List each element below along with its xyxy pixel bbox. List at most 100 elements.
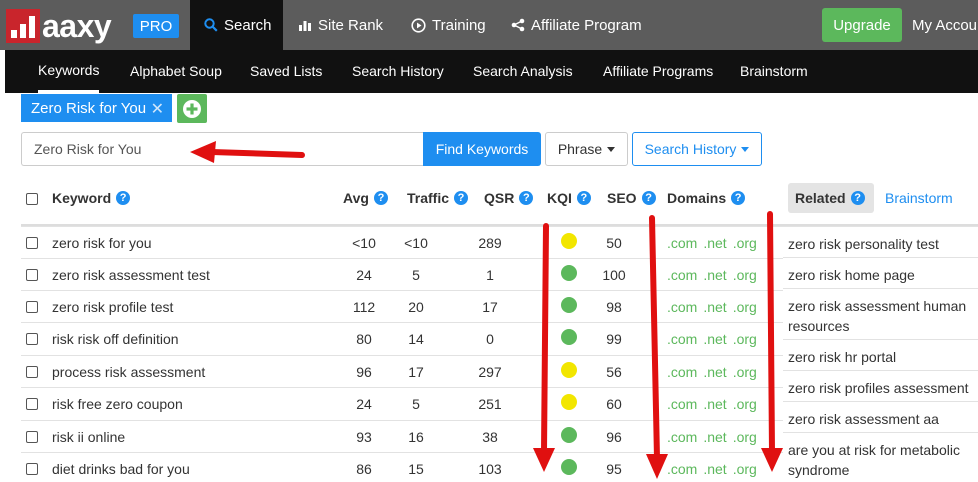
- qsr-cell: 0: [486, 331, 494, 347]
- my-account-link[interactable]: My Account: [912, 17, 978, 34]
- row-checkbox[interactable]: [26, 301, 38, 313]
- upgrade-button[interactable]: Upgrade: [822, 8, 902, 42]
- row-checkbox[interactable]: [26, 398, 38, 410]
- domain-link[interactable]: .net: [703, 461, 726, 477]
- play-circle-icon: [411, 17, 426, 33]
- traffic-cell: 17: [408, 364, 424, 380]
- domain-link[interactable]: .org: [733, 396, 757, 412]
- help-icon[interactable]: ?: [576, 191, 591, 205]
- close-icon[interactable]: ✕: [151, 99, 164, 119]
- caret-down-icon: [607, 146, 616, 152]
- domain-link[interactable]: .org: [733, 299, 757, 315]
- domain-link[interactable]: .org: [733, 461, 757, 477]
- table-row[interactable]: zero risk for you <10 <10 289 50 .com .net .org: [21, 226, 783, 258]
- col-seo-header[interactable]: SEO?: [607, 190, 656, 206]
- domain-link[interactable]: .net: [703, 235, 726, 251]
- related-keyword-item[interactable]: zero risk profiles assessment: [783, 370, 978, 401]
- phrase-dropdown[interactable]: Phrase: [545, 132, 628, 166]
- related-keyword-item[interactable]: zero risk hr portal: [783, 339, 978, 370]
- domain-link[interactable]: .org: [733, 235, 757, 251]
- domain-link[interactable]: .org: [733, 364, 757, 380]
- row-checkbox[interactable]: [26, 366, 38, 378]
- subnav-saved-lists[interactable]: Saved Lists: [250, 50, 322, 91]
- help-icon[interactable]: ?: [373, 191, 388, 205]
- topnav-affiliate-program[interactable]: Affiliate Program: [511, 0, 642, 50]
- subnav-search-analysis[interactable]: Search Analysis: [473, 50, 573, 91]
- help-icon[interactable]: ?: [519, 191, 534, 205]
- domain-link[interactable]: .com: [667, 331, 697, 347]
- related-keyword-item[interactable]: zero risk home page: [783, 257, 978, 288]
- domain-link[interactable]: .com: [667, 364, 697, 380]
- row-checkbox[interactable]: [26, 333, 38, 345]
- col-keyword-header[interactable]: Keyword?: [52, 190, 131, 206]
- keyword-cell[interactable]: zero risk assessment test: [52, 259, 210, 291]
- table-row[interactable]: diet drinks bad for you 86 15 103 95 .com .net…: [21, 452, 783, 482]
- keyword-cell[interactable]: risk ii online: [52, 421, 125, 453]
- row-checkbox[interactable]: [26, 269, 38, 281]
- domain-link[interactable]: .net: [703, 396, 726, 412]
- row-checkbox[interactable]: [26, 463, 38, 475]
- table-row[interactable]: risk free zero coupon 24 5 251 60 .com .net .or…: [21, 387, 783, 419]
- domain-link[interactable]: .com: [667, 235, 697, 251]
- domain-link[interactable]: .com: [667, 267, 697, 283]
- related-keyword-item[interactable]: zero risk assessment human resources: [783, 288, 978, 339]
- related-keyword-item[interactable]: are you at risk for metabolic syndrome: [783, 432, 978, 482]
- table-row[interactable]: zero risk profile test 112 20 17 98 .com .net.…: [21, 290, 783, 322]
- keyword-tab[interactable]: Zero Risk for You ✕: [21, 94, 172, 122]
- domain-link[interactable]: .org: [733, 267, 757, 283]
- table-row[interactable]: process risk assessment 96 17 297 56 .com .net…: [21, 355, 783, 387]
- row-checkbox[interactable]: [26, 431, 38, 443]
- keyword-search-input[interactable]: Zero Risk for You: [21, 132, 423, 166]
- col-kqi-header[interactable]: KQI?: [547, 190, 591, 206]
- table-row[interactable]: risk ii online 93 16 38 96 .com .net .org: [21, 420, 783, 452]
- subnav-brainstorm[interactable]: Brainstorm: [740, 50, 808, 91]
- domain-link[interactable]: .net: [703, 299, 726, 315]
- domain-link[interactable]: .com: [667, 396, 697, 412]
- help-icon[interactable]: ?: [731, 191, 746, 205]
- col-qsr-header[interactable]: QSR?: [484, 190, 534, 206]
- row-checkbox[interactable]: [26, 237, 38, 249]
- keyword-cell[interactable]: diet drinks bad for you: [52, 453, 190, 482]
- help-icon[interactable]: ?: [641, 191, 656, 205]
- topnav-site-rank[interactable]: Site Rank: [298, 0, 383, 50]
- subnav-alphabet-soup[interactable]: Alphabet Soup: [130, 50, 222, 91]
- topnav-training[interactable]: Training: [411, 0, 486, 50]
- domain-link[interactable]: .net: [703, 429, 726, 445]
- domain-link[interactable]: .net: [703, 331, 726, 347]
- domain-link[interactable]: .org: [733, 429, 757, 445]
- subnav-affiliate-programs[interactable]: Affiliate Programs: [603, 50, 713, 91]
- subnav-search-history[interactable]: Search History: [352, 50, 444, 91]
- find-keywords-button[interactable]: Find Keywords: [423, 132, 541, 166]
- table-row[interactable]: risk risk off definition 80 14 0 99 .com .net.…: [21, 322, 783, 354]
- keyword-cell[interactable]: risk free zero coupon: [52, 388, 183, 420]
- tab-related[interactable]: Related?: [788, 183, 874, 213]
- domain-link[interactable]: .com: [667, 429, 697, 445]
- help-icon[interactable]: ?: [116, 191, 131, 205]
- keyword-cell[interactable]: risk risk off definition: [52, 323, 179, 355]
- col-domains-header[interactable]: Domains?: [667, 190, 746, 206]
- domain-link[interactable]: .com: [667, 461, 697, 477]
- col-traffic-header[interactable]: Traffic?: [407, 190, 469, 206]
- topnav-search[interactable]: Search: [190, 0, 283, 50]
- seo-cell: 96: [606, 429, 622, 445]
- tab-brainstorm[interactable]: Brainstorm: [885, 190, 953, 206]
- help-icon[interactable]: ?: [454, 191, 469, 205]
- table-row[interactable]: zero risk assessment test 24 5 1 100 .com .net…: [21, 258, 783, 290]
- subnav-keywords[interactable]: Keywords: [38, 50, 100, 93]
- domain-link[interactable]: .org: [733, 331, 757, 347]
- keyword-cell[interactable]: zero risk profile test: [52, 291, 173, 323]
- keyword-tab-label: Zero Risk for You: [31, 99, 147, 117]
- keyword-cell[interactable]: zero risk for you: [52, 227, 152, 259]
- domain-link[interactable]: .net: [703, 267, 726, 283]
- select-all-checkbox[interactable]: [26, 193, 38, 205]
- add-tab-button[interactable]: [177, 94, 207, 123]
- domain-link[interactable]: .com: [667, 299, 697, 315]
- col-avg-header[interactable]: Avg?: [343, 190, 388, 206]
- help-icon[interactable]: ?: [850, 191, 865, 205]
- search-history-dropdown[interactable]: Search History: [632, 132, 762, 166]
- keyword-cell[interactable]: process risk assessment: [52, 356, 205, 388]
- jaaxy-logo[interactable]: aaxy: [6, 9, 112, 43]
- related-keyword-item[interactable]: zero risk personality test: [783, 226, 978, 257]
- domain-link[interactable]: .net: [703, 364, 726, 380]
- related-keyword-item[interactable]: zero risk assessment aa: [783, 401, 978, 432]
